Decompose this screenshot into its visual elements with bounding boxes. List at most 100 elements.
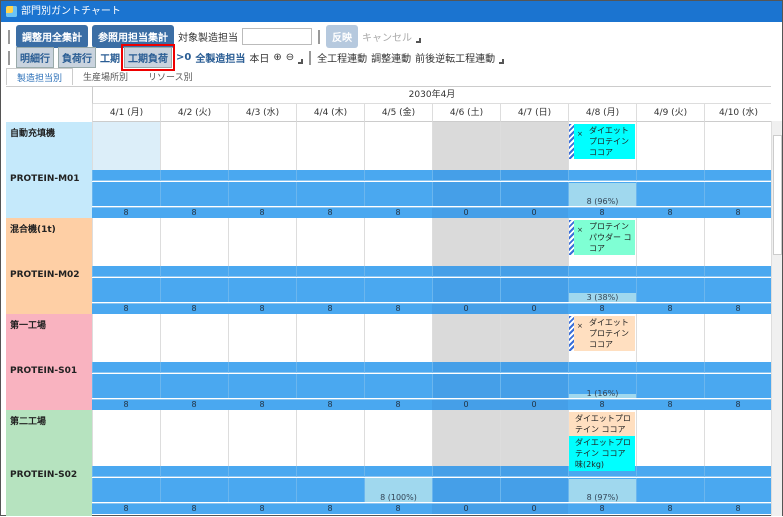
band-mid [364,374,432,398]
resource-code: PROTEIN-M02 [10,270,80,280]
day-cell[interactable] [500,410,568,466]
day-cell[interactable] [92,314,160,362]
today-button[interactable]: 本日 [249,50,269,65]
close-icon[interactable]: × [577,129,583,140]
adjust-total-button[interactable]: 調整用全集計 [16,25,88,48]
day-cell[interactable] [704,410,771,466]
cancel-button[interactable]: キャンセル [362,29,412,44]
period-button[interactable]: 工期 [100,50,120,65]
band-top [636,266,704,277]
day-cell[interactable] [364,218,432,266]
load-label: 1 (16%) [586,389,619,398]
task-card[interactable]: × ダイエットプロテイン ココア [569,316,635,351]
daily-capacity: 8 [568,207,636,218]
daily-capacity: 8 [296,303,364,314]
day-cell[interactable] [500,122,568,170]
day-cell[interactable] [500,218,568,266]
tab-by-location[interactable]: 生産場所別 [73,68,138,85]
close-icon[interactable]: × [577,321,583,332]
tab-by-resource[interactable]: リソース別 [138,68,203,85]
band-top [296,466,364,477]
day-cell[interactable] [296,122,364,170]
band-top [228,170,296,181]
day-cell[interactable] [364,314,432,362]
day-cell[interactable] [636,314,704,362]
detail-row-toggle[interactable]: 明細行 [16,47,54,68]
day-cell[interactable] [228,314,296,362]
zoom-in-icon[interactable]: ⊕ [273,52,281,63]
band-mid [296,374,364,398]
tab-bar: 製造担当別 生産場所別 リソース別 [6,68,203,85]
gt0-button[interactable]: >0 [176,52,191,63]
load-row-toggle[interactable]: 負荷行 [58,47,96,68]
day-cell[interactable] [364,410,432,466]
day-cell[interactable] [432,314,500,362]
band-mid [296,182,364,206]
day-cell[interactable] [704,218,771,266]
day-cell[interactable] [92,122,160,170]
band-mid [364,182,432,206]
task-card[interactable]: × ダイエットプロテイン ココア [569,124,635,159]
task-label: プロテインパウダー ココア [589,222,632,253]
day-cell[interactable] [432,218,500,266]
day-cell[interactable] [160,218,228,266]
daily-capacity: 8 [296,503,364,514]
day-cell[interactable] [160,410,228,466]
day-cell[interactable] [500,314,568,362]
all-mfg-button[interactable]: 全製造担当 [195,50,245,65]
day-cell[interactable] [296,314,364,362]
resource-code: PROTEIN-S02 [10,470,78,480]
day-cell[interactable] [636,410,704,466]
vertical-scrollbar[interactable] [771,121,782,516]
band-mid [228,374,296,398]
link-all-button[interactable]: 全工程連動 [317,50,367,65]
day-cell[interactable] [432,122,500,170]
reference-total-button[interactable]: 参照用担当集計 [92,25,174,48]
day-cell[interactable] [92,218,160,266]
close-icon[interactable]: × [577,225,583,236]
overflow-icon[interactable] [298,59,304,64]
day-cell[interactable] [92,410,160,466]
overflow-icon[interactable] [499,59,505,64]
day-cell[interactable] [296,410,364,466]
resource-code: PROTEIN-M01 [10,174,80,184]
day-cell[interactable] [228,218,296,266]
day-cell[interactable] [228,410,296,466]
load-bar: 8 (100%) [365,478,432,502]
day-cell[interactable] [296,218,364,266]
task-card[interactable]: × プロテインパウダー ココア [569,220,635,255]
target-input[interactable] [242,28,312,45]
band-top [704,266,771,277]
band-top [228,266,296,277]
scrollbar-thumb[interactable] [773,135,782,255]
daily-capacity: 8 [160,207,228,218]
link-adjust-button[interactable]: 調整連動 [371,50,411,65]
band-mid [500,278,568,302]
day-cell[interactable] [160,314,228,362]
day-cell[interactable] [432,410,500,466]
day-cell[interactable] [704,122,771,170]
daily-capacity: 8 [92,399,160,410]
period-load-toggle[interactable]: 工期負荷 [121,44,175,71]
band-top [500,266,568,277]
day-cell[interactable] [636,218,704,266]
day-cell[interactable] [160,122,228,170]
band-top [500,466,568,477]
day-cell[interactable] [636,122,704,170]
overflow-icon[interactable] [416,38,421,43]
day-header: 4/8 (月) [568,104,636,122]
tab-by-manufacturer[interactable]: 製造担当別 [6,68,74,85]
band-mid [704,278,771,302]
day-cell[interactable] [704,314,771,362]
apply-button[interactable]: 反映 [326,25,358,48]
link-reverse-button[interactable]: 前後逆転工程連動 [415,50,495,65]
load-label: 3 (38%) [586,293,619,302]
daily-capacity: 0 [500,503,568,514]
task-card[interactable]: ダイエットプロテイン ココア味(2kg) [569,436,635,471]
day-cell[interactable] [228,122,296,170]
load-bar: 8 (96%) [569,183,636,206]
zoom-out-icon[interactable]: ⊖ [286,52,294,63]
day-cell[interactable] [364,122,432,170]
daily-capacity: 8 [228,503,296,514]
band-mid [296,478,364,502]
